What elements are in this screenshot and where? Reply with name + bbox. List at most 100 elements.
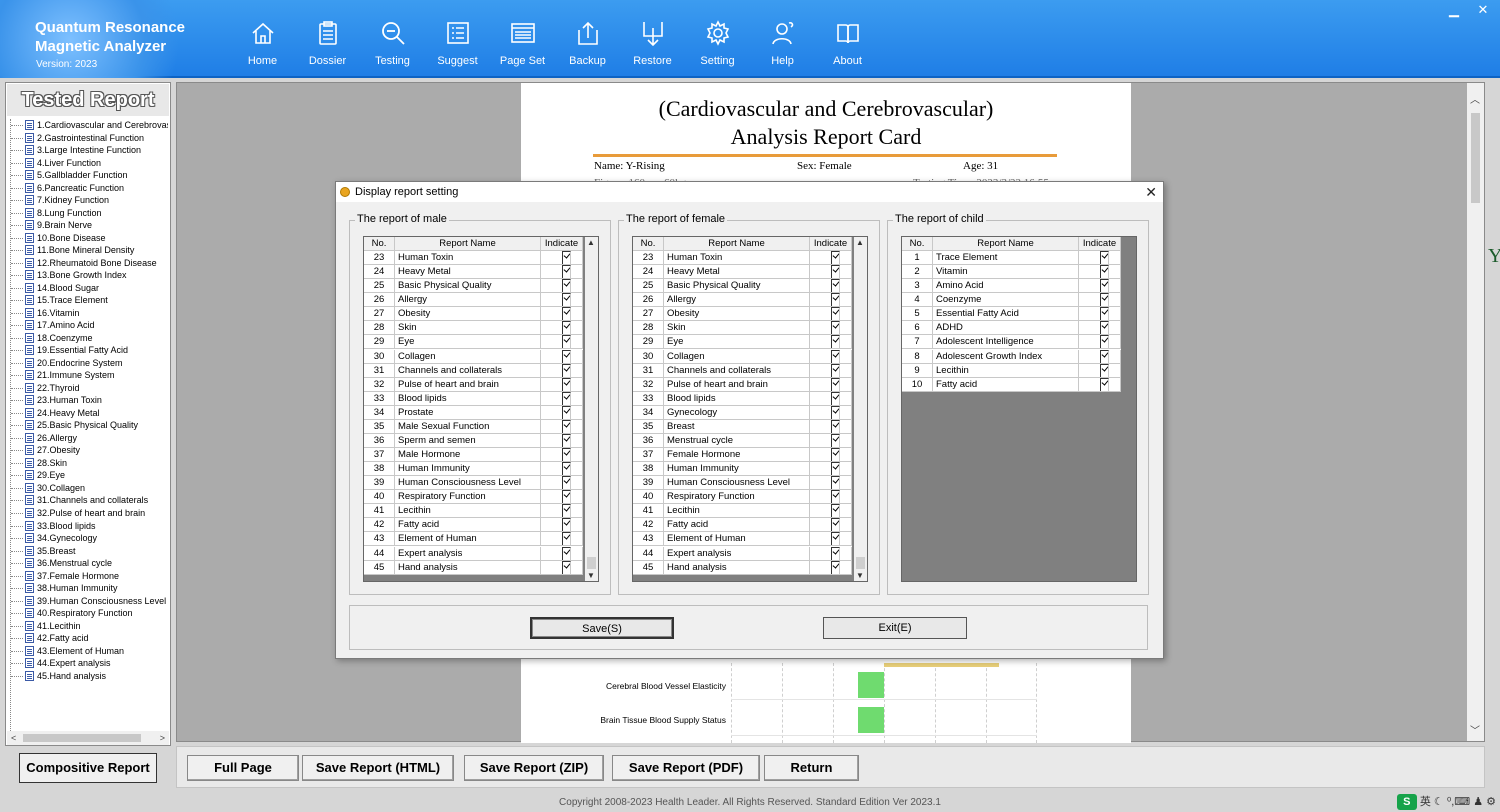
indicate-checkbox[interactable]	[561, 462, 571, 476]
table-row[interactable]: 35 Male Sexual Function	[364, 419, 583, 434]
table-row[interactable]: 27 Obesity	[364, 307, 583, 322]
nav-backup-button[interactable]: Backup	[555, 0, 620, 78]
table-row[interactable]: 32 Pulse of heart and brain	[364, 377, 583, 392]
indicate-checkbox[interactable]	[830, 377, 840, 391]
viewer-vertical-scrollbar[interactable]: ︿ ﹀	[1467, 83, 1484, 741]
table-scrollbar[interactable]: ▲ ▼	[854, 237, 867, 581]
indicate-checkbox[interactable]	[830, 448, 840, 462]
indicate-checkbox[interactable]	[830, 560, 840, 574]
indicate-checkbox[interactable]	[561, 546, 571, 560]
table-row[interactable]: 33 Blood lipids	[633, 391, 852, 406]
col-no-header[interactable]: No.	[633, 237, 664, 251]
sidebar-report-item[interactable]: 31.Channels and collaterals	[11, 494, 168, 507]
indicate-checkbox[interactable]	[561, 405, 571, 419]
table-row[interactable]: 42 Fatty acid	[633, 518, 852, 533]
indicate-checkbox[interactable]	[1099, 265, 1109, 279]
nav-dossier-button[interactable]: Dossier	[295, 0, 360, 78]
table-row[interactable]: 31 Channels and collaterals	[633, 363, 852, 378]
sidebar-report-item[interactable]: 14.Blood Sugar	[11, 282, 168, 295]
sidebar-report-item[interactable]: 21.Immune System	[11, 369, 168, 382]
indicate-checkbox[interactable]	[561, 560, 571, 574]
indicate-checkbox[interactable]	[561, 504, 571, 518]
table-row[interactable]: 34 Gynecology	[633, 405, 852, 420]
scroll-down-icon[interactable]: ▼	[587, 571, 595, 580]
scroll-up-icon[interactable]: ▲	[587, 238, 595, 247]
sidebar-report-item[interactable]: 32.Pulse of heart and brain	[11, 507, 168, 520]
scroll-up-icon[interactable]: ▲	[856, 238, 864, 247]
ime-logo-icon[interactable]: S	[1396, 794, 1417, 811]
indicate-checkbox[interactable]	[830, 476, 840, 490]
table-row[interactable]: 9 Lecithin	[902, 363, 1121, 378]
sidebar-report-item[interactable]: 29.Eye	[11, 469, 168, 482]
sidebar-horizontal-scrollbar[interactable]: < >	[7, 731, 169, 745]
col-indicate-header[interactable]: Indicate	[1079, 237, 1121, 251]
sidebar-report-item[interactable]: 40.Respiratory Function	[11, 607, 168, 620]
indicate-checkbox[interactable]	[561, 518, 571, 532]
sidebar-report-item[interactable]: 38.Human Immunity	[11, 582, 168, 595]
nav-setting-button[interactable]: Setting	[685, 0, 750, 78]
table-row[interactable]: 42 Fatty acid	[364, 518, 583, 533]
indicate-checkbox[interactable]	[561, 265, 571, 279]
sidebar-report-item[interactable]: 4.Liver Function	[11, 157, 168, 170]
indicate-checkbox[interactable]	[830, 546, 840, 560]
table-row[interactable]: 45 Hand analysis	[364, 560, 583, 575]
table-row[interactable]: 30 Collagen	[364, 349, 583, 364]
sidebar-report-item[interactable]: 18.Coenzyme	[11, 332, 168, 345]
scroll-down-icon[interactable]: ▼	[856, 571, 864, 580]
col-indicate-header[interactable]: Indicate	[810, 237, 852, 251]
sidebar-report-item[interactable]: 22.Thyroid	[11, 382, 168, 395]
indicate-checkbox[interactable]	[1099, 335, 1109, 349]
indicate-checkbox[interactable]	[1099, 251, 1109, 265]
table-row[interactable]: 41 Lecithin	[633, 504, 852, 519]
save-button[interactable]: Save(S)	[530, 617, 674, 639]
return-button[interactable]: Return	[764, 755, 859, 781]
sidebar-report-item[interactable]: 24.Heavy Metal	[11, 407, 168, 420]
dialog-close-button[interactable]: ✕	[1145, 182, 1157, 202]
table-row[interactable]: 43 Element of Human	[364, 532, 583, 547]
indicate-checkbox[interactable]	[1099, 307, 1109, 321]
indicate-checkbox[interactable]	[830, 532, 840, 546]
sidebar-report-item[interactable]: 20.Endocrine System	[11, 357, 168, 370]
indicate-checkbox[interactable]	[561, 363, 571, 377]
sidebar-report-item[interactable]: 45.Hand analysis	[11, 670, 168, 683]
nav-home-button[interactable]: Home	[230, 0, 295, 78]
scroll-thumb[interactable]	[856, 557, 865, 569]
col-indicate-header[interactable]: Indicate	[541, 237, 583, 251]
nav-help-button[interactable]: Help	[750, 0, 815, 78]
indicate-checkbox[interactable]	[561, 335, 571, 349]
compositive-report-button[interactable]: Compositive Report	[19, 753, 157, 783]
indicate-checkbox[interactable]	[561, 293, 571, 307]
sidebar-report-item[interactable]: 28.Skin	[11, 457, 168, 470]
sidebar-report-item[interactable]: 19.Essential Fatty Acid	[11, 344, 168, 357]
indicate-checkbox[interactable]	[561, 307, 571, 321]
indicate-checkbox[interactable]	[830, 321, 840, 335]
scroll-up-icon[interactable]: ︿	[1470, 91, 1480, 106]
sidebar-report-item[interactable]: 13.Bone Growth Index	[11, 269, 168, 282]
table-row[interactable]: 41 Lecithin	[364, 504, 583, 519]
sidebar-report-item[interactable]: 33.Blood lipids	[11, 520, 168, 533]
table-row[interactable]: 7 Adolescent Intelligence	[902, 335, 1121, 350]
table-row[interactable]: 40 Respiratory Function	[633, 490, 852, 505]
table-row[interactable]: 29 Eye	[364, 335, 583, 350]
table-row[interactable]: 33 Blood lipids	[364, 391, 583, 406]
sidebar-report-item[interactable]: 41.Lecithin	[11, 620, 168, 633]
table-row[interactable]: 38 Human Immunity	[364, 462, 583, 477]
nav-testing-button[interactable]: Testing	[360, 0, 425, 78]
scroll-thumb[interactable]	[1471, 113, 1480, 203]
table-row[interactable]: 36 Menstrual cycle	[633, 433, 852, 449]
scroll-down-icon[interactable]: ﹀	[1470, 722, 1480, 737]
table-row[interactable]: 27 Obesity	[633, 307, 852, 322]
table-scrollbar[interactable]: ▲ ▼	[585, 237, 598, 581]
indicate-checkbox[interactable]	[561, 349, 571, 363]
indicate-checkbox[interactable]	[1099, 279, 1109, 293]
indicate-checkbox[interactable]	[561, 419, 571, 433]
indicate-checkbox[interactable]	[830, 363, 840, 377]
table-row[interactable]: 32 Pulse of heart and brain	[633, 377, 852, 392]
close-window-button[interactable]: ✕	[1474, 2, 1492, 18]
table-row[interactable]: 31 Channels and collaterals	[364, 363, 583, 378]
table-row[interactable]: 40 Respiratory Function	[364, 490, 583, 505]
table-row[interactable]: 38 Human Immunity	[633, 462, 852, 477]
table-row[interactable]: 26 Allergy	[633, 293, 852, 308]
col-name-header[interactable]: Report Name	[933, 237, 1079, 251]
indicate-checkbox[interactable]	[1099, 321, 1109, 335]
